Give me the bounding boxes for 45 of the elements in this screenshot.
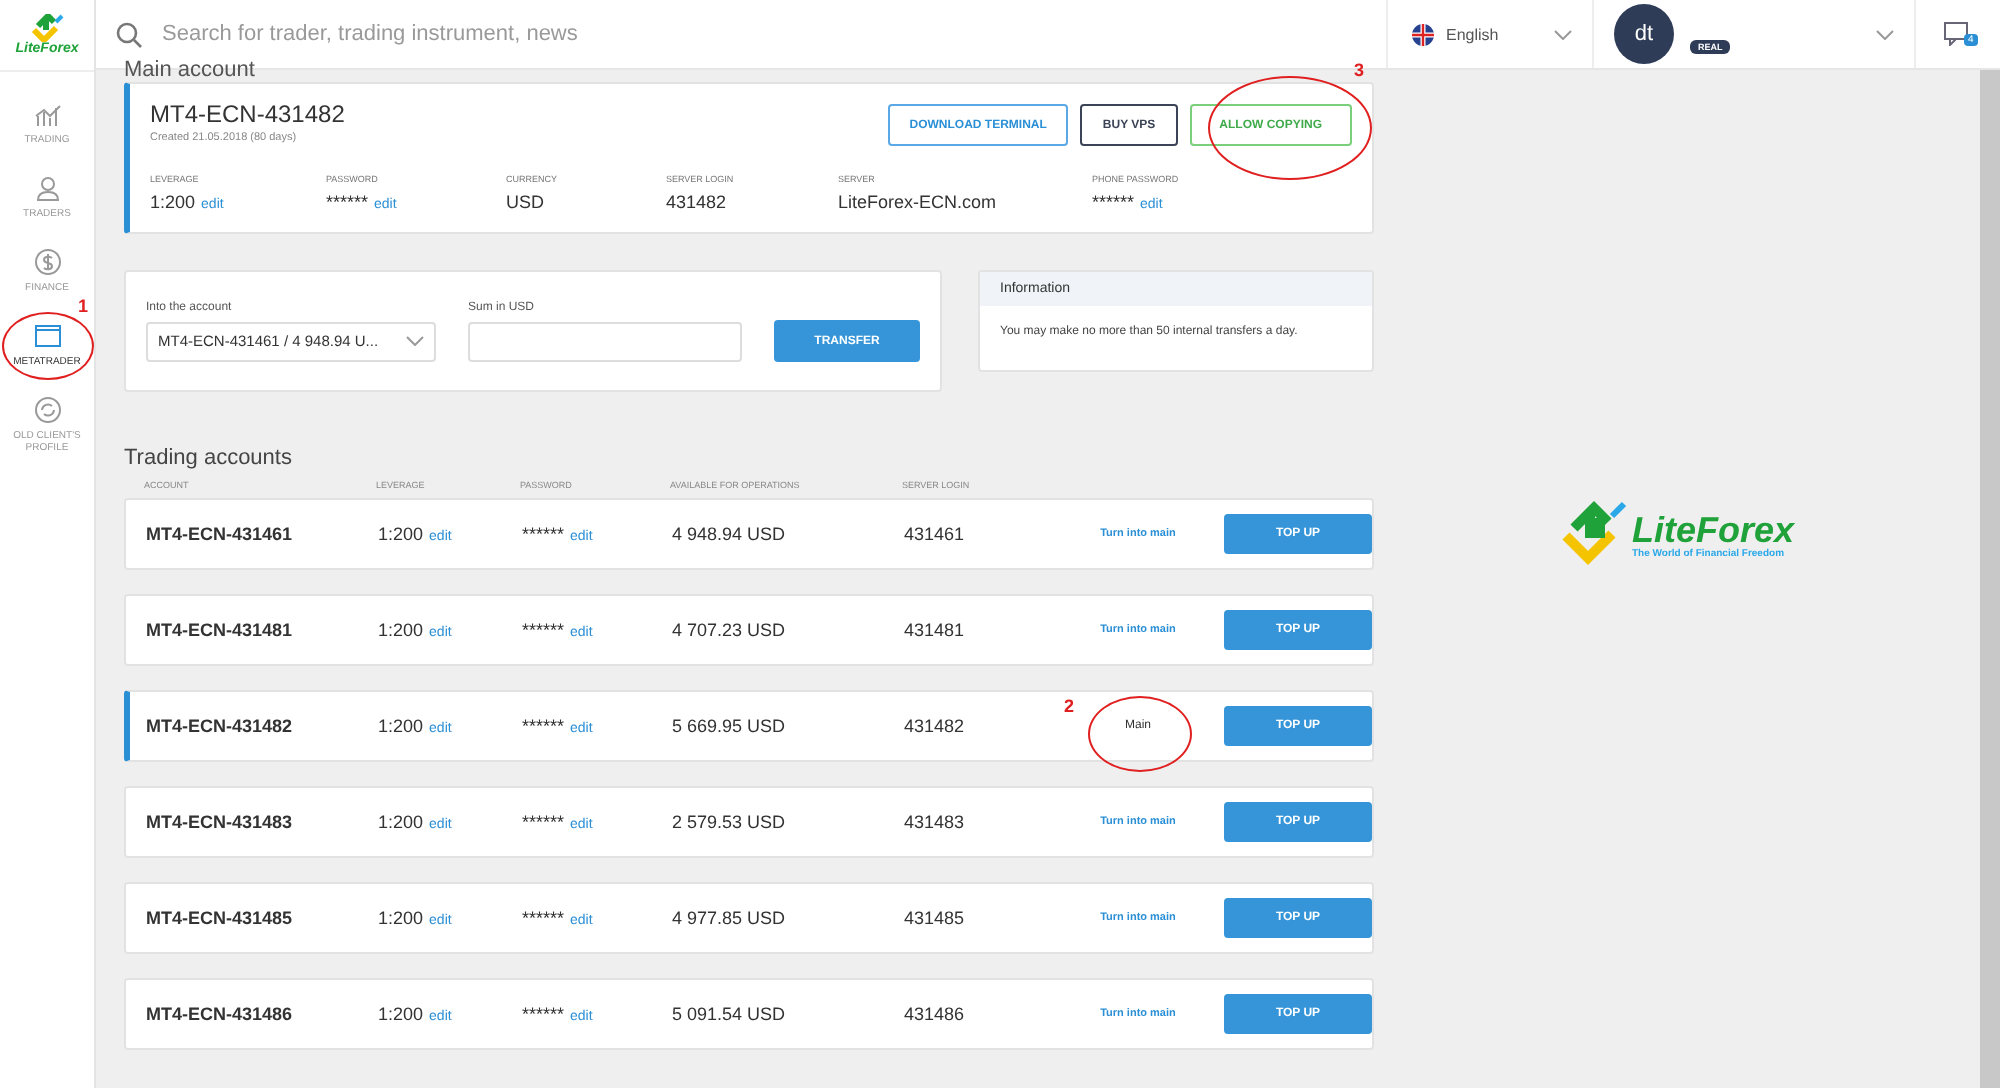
leverage-value: 1:200 [378,524,424,544]
language-selector[interactable]: English [1386,0,1592,68]
field-value: 431482 [666,192,727,212]
field-value: ****** [1092,192,1135,212]
field-value: USD [506,192,545,212]
field-value: ****** [326,192,369,212]
field-value: 1:200 [150,192,196,212]
annotation-number: 1 [78,296,89,316]
password-value: ****** [522,524,565,544]
server-login: 431485 [904,908,967,928]
password-value: ****** [522,620,565,640]
available-amount: 4 707.23 USD [672,620,788,640]
server-login: 431461 [904,524,967,544]
account-name: MT4-ECN-431482 [150,100,345,128]
available-amount: 5 669.95 USD [672,716,788,736]
password-value: ****** [522,812,565,832]
leverage-value: 1:200 [378,908,424,928]
annotation-number: 2 [1064,696,1075,716]
leverage-value: 1:200 [378,1004,424,1024]
available-amount: 5 091.54 USD [672,1004,788,1024]
password-value: ****** [522,716,565,736]
brand-name: LiteForex [1631,512,1795,548]
leverage-value: 1:200 [378,716,424,736]
password-value: ****** [522,908,565,928]
server-login: 431483 [904,812,967,832]
annotation-number: 3 [1353,60,1364,80]
account-name: MT4-ECN-431485 [146,908,295,928]
field-value: LiteForex-ECN.com [838,192,997,212]
available-amount: 2 579.53 USD [672,812,788,832]
available-amount: 4 948.94 USD [672,524,788,544]
leverage-value: 1:200 [378,620,424,640]
section-heading: Trading accounts [124,446,294,470]
account-name: MT4-ECN-431486 [146,1004,295,1024]
avatar: dt [1614,4,1674,64]
password-value: ****** [522,1004,565,1024]
account-name: MT4-ECN-431461 [146,524,295,544]
section-heading: Main account [124,58,255,82]
server-login: 431486 [904,1004,967,1024]
leverage-value: 1:200 [378,812,424,832]
server-login: 431481 [904,620,967,640]
account-name: MT4-ECN-431482 [146,716,295,736]
account-name: MT4-ECN-431481 [146,620,295,640]
server-login: 431482 [904,716,967,736]
account-name: MT4-ECN-431483 [146,812,295,832]
available-amount: 4 977.85 USD [672,908,788,928]
